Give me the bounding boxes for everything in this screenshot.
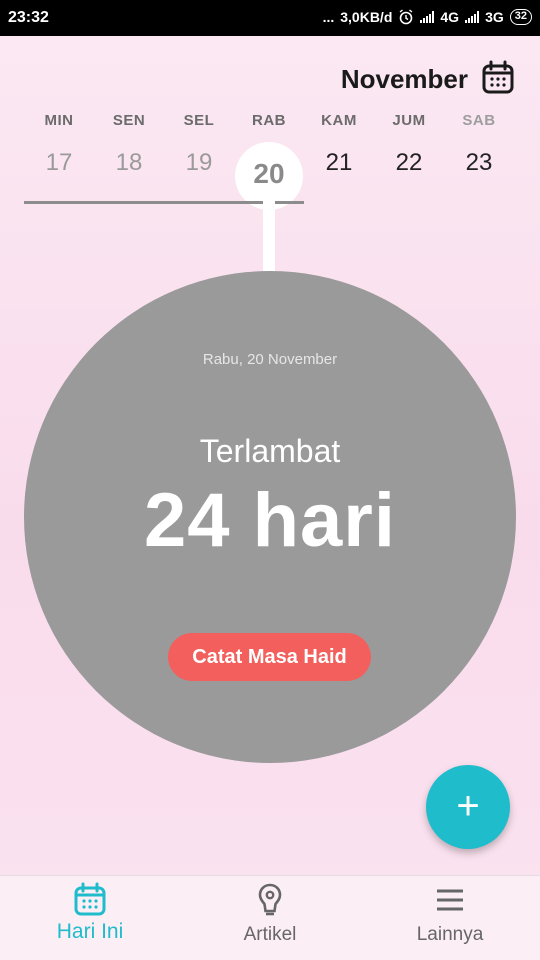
past-days-indicator <box>24 201 304 204</box>
calendar-icon[interactable] <box>482 60 514 94</box>
day-wednesday-selected[interactable]: RAB 20 <box>234 112 304 210</box>
day-name: MIN <box>44 112 74 129</box>
day-tuesday[interactable]: SEL 19 <box>164 112 234 177</box>
lightbulb-icon <box>258 883 282 916</box>
day-sunday[interactable]: MIN 17 <box>24 112 94 177</box>
network-type-2: 3G <box>485 9 504 25</box>
add-button[interactable]: + <box>426 765 510 849</box>
day-friday[interactable]: JUM 22 <box>374 112 444 177</box>
day-thursday[interactable]: KAM 21 <box>304 112 374 177</box>
day-number: 23 <box>465 149 493 176</box>
alarm-icon <box>399 9 413 25</box>
day-monday[interactable]: SEN 18 <box>94 112 164 177</box>
days-count: 24 hari <box>143 478 397 563</box>
day-name: SEL <box>183 112 215 129</box>
day-number: 22 <box>395 149 423 176</box>
network-speed: 3,0KB/d <box>340 9 393 25</box>
battery-icon: 32 <box>509 9 532 25</box>
nav-label: Hari Ini <box>56 920 124 943</box>
current-date: Rabu, 20 November <box>202 351 338 368</box>
cycle-status-label: Terlambat <box>199 433 341 469</box>
nav-label: Artikel <box>243 924 297 945</box>
day-saturday[interactable]: SAB 23 <box>444 112 514 177</box>
day-name: SAB <box>462 112 496 129</box>
menu-icon <box>437 889 463 911</box>
day-number: 20 <box>253 158 285 189</box>
day-name: KAM <box>321 112 357 129</box>
day-number: 19 <box>185 149 213 176</box>
day-number: 18 <box>115 149 143 176</box>
nav-item-articles[interactable]: Artikel <box>180 876 360 960</box>
day-number: 17 <box>45 149 73 176</box>
more-notifications-icon: ... <box>322 9 335 25</box>
nav-item-today[interactable]: Hari Ini <box>0 876 180 960</box>
status-indicators: ... 3,0KB/d 4G 3G 32 <box>323 9 532 25</box>
month-title: November <box>340 64 468 94</box>
status-time: 23:32 <box>8 9 49 26</box>
bottom-navigation: Hari Ini Artikel Lainnya <box>0 875 540 960</box>
calendar-icon <box>74 882 106 916</box>
status-bar: 23:32 ... 3,0KB/d 4G 3G 32 <box>0 0 540 36</box>
signal-icon-2 <box>465 11 480 23</box>
signal-icon <box>420 11 435 23</box>
log-period-button[interactable]: Catat Masa Haid <box>168 633 371 681</box>
plus-icon: + <box>456 784 480 828</box>
day-name: RAB <box>252 112 286 129</box>
cycle-status-circle: Rabu, 20 November Terlambat 24 hari Cata… <box>24 271 516 763</box>
nav-label: Lainnya <box>416 924 484 945</box>
network-type-1: 4G <box>440 9 460 25</box>
day-number: 21 <box>325 149 353 176</box>
day-name: JUM <box>392 112 426 129</box>
day-name: SEN <box>112 112 146 129</box>
selected-day-connector <box>263 200 275 274</box>
nav-item-more[interactable]: Lainnya <box>360 876 540 960</box>
